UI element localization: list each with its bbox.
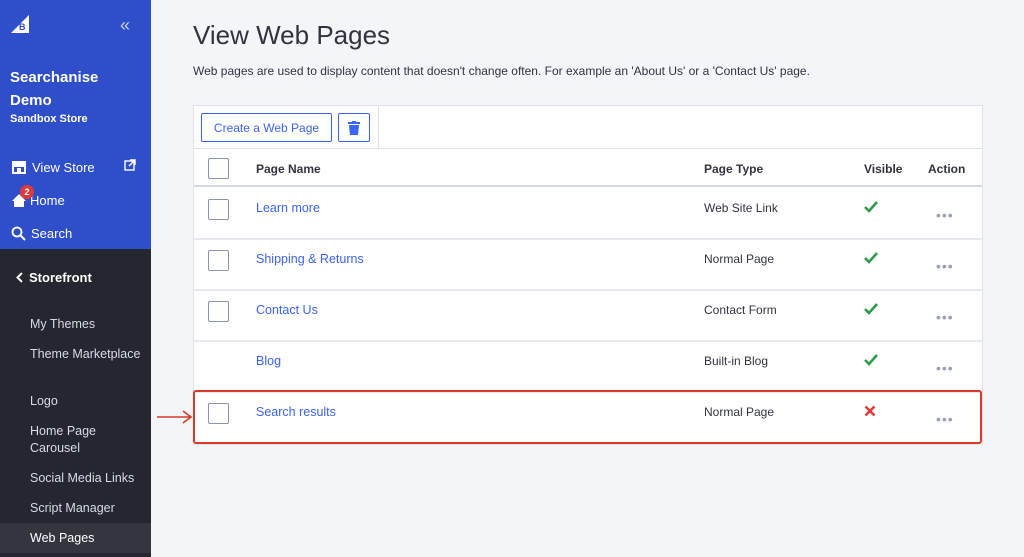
page-name-link[interactable]: Learn more — [256, 201, 320, 215]
page-name-link[interactable]: Contact Us — [256, 303, 318, 317]
more-actions-icon[interactable]: ••• — [936, 360, 954, 376]
search-link[interactable]: Search — [11, 223, 72, 243]
sidebar-item-theme-marketplace[interactable]: Theme Marketplace — [30, 346, 145, 363]
table-row: Blog Built-in Blog ••• — [194, 342, 982, 393]
home-label: Home — [30, 192, 65, 208]
view-store-label: View Store — [32, 159, 95, 175]
visible-check-icon[interactable] — [864, 354, 878, 366]
column-header-page-type[interactable]: Page Type — [704, 162, 763, 176]
toolbar-divider — [378, 106, 379, 149]
column-header-page-name[interactable]: Page Name — [256, 162, 321, 176]
sidebar-item-social-media-links[interactable]: Social Media Links — [30, 470, 145, 487]
storefront-back-link[interactable]: Storefront — [16, 270, 92, 285]
more-actions-icon[interactable]: ••• — [936, 309, 954, 325]
search-label: Search — [31, 225, 73, 241]
search-icon — [11, 226, 26, 241]
storefront-icon — [12, 161, 26, 174]
visible-check-icon[interactable] — [864, 201, 878, 213]
view-store-link[interactable]: View Store — [11, 157, 95, 177]
sidebar-item-logo[interactable]: Logo — [30, 393, 145, 410]
more-actions-icon[interactable]: ••• — [936, 207, 954, 223]
trash-icon — [348, 120, 360, 135]
sidebar-item-my-themes[interactable]: My Themes — [30, 316, 145, 333]
sidebar-item-home-page-carousel[interactable]: Home Page Carousel — [30, 423, 145, 457]
table-row: Shipping & Returns Normal Page ••• — [194, 240, 982, 291]
sidebar-item-web-pages[interactable]: Web Pages — [0, 523, 151, 553]
create-web-page-button[interactable]: Create a Web Page — [201, 113, 332, 142]
storefront-label: Storefront — [29, 270, 92, 285]
table-header: Page Name Page Type Visible Action — [194, 150, 982, 187]
store-name: Searchanise Demo — [10, 69, 99, 109]
svg-text:B: B — [19, 22, 26, 32]
chevron-left-icon — [16, 272, 23, 283]
page-type: Built-in Blog — [704, 354, 769, 368]
row-checkbox[interactable] — [208, 199, 229, 220]
visible-check-icon[interactable] — [864, 252, 878, 264]
highlight-annotation-box — [193, 390, 982, 444]
notification-badge: 2 — [20, 185, 34, 199]
table-toolbar: Create a Web Page — [194, 106, 982, 149]
home-link[interactable]: Home — [11, 190, 65, 210]
row-checkbox[interactable] — [208, 301, 229, 322]
external-link-icon[interactable] — [124, 159, 136, 171]
column-header-action: Action — [928, 162, 966, 176]
table-row: Learn more Web Site Link ••• — [194, 189, 982, 240]
store-subtitle: Sandbox Store — [10, 113, 88, 125]
collapse-sidebar-icon[interactable]: « — [120, 16, 130, 34]
sidebar-header: B « Searchanise Demo Sandbox Store View … — [0, 0, 151, 249]
sidebar-item-script-manager[interactable]: Script Manager — [30, 500, 145, 517]
row-checkbox[interactable] — [208, 250, 229, 271]
page-name-link[interactable]: Blog — [256, 354, 281, 368]
page-description: Web pages are used to display content th… — [193, 64, 810, 78]
arrow-right-icon — [157, 410, 193, 424]
bigcommerce-logo-icon[interactable]: B — [9, 11, 31, 35]
table-row: Contact Us Contact Form ••• — [194, 291, 982, 342]
visible-check-icon[interactable] — [864, 303, 878, 315]
page-type: Web Site Link — [704, 201, 778, 215]
select-all-checkbox[interactable] — [208, 158, 229, 179]
delete-button[interactable] — [338, 113, 370, 142]
page-name-link[interactable]: Shipping & Returns — [256, 252, 364, 266]
page-type: Contact Form — [704, 303, 777, 317]
more-actions-icon[interactable]: ••• — [936, 258, 954, 274]
sidebar: B « Searchanise Demo Sandbox Store View … — [0, 0, 151, 557]
page-title: View Web Pages — [193, 20, 391, 50]
column-header-visible[interactable]: Visible — [864, 162, 902, 176]
page-type: Normal Page — [704, 252, 775, 266]
